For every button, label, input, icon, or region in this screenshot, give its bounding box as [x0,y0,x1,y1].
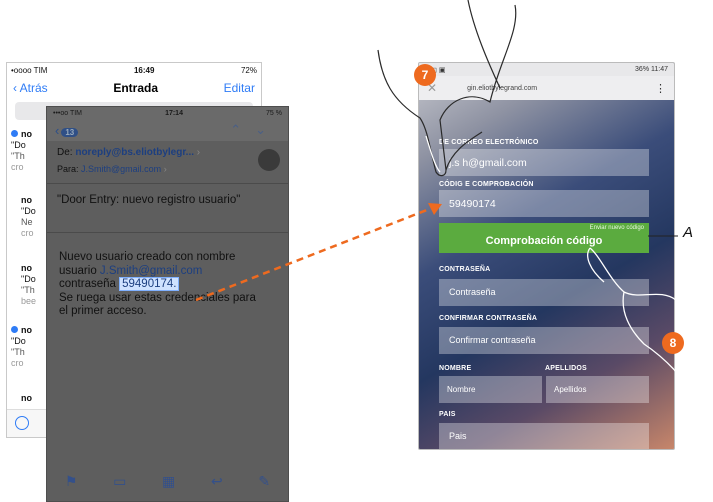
arrow-head-icon [428,203,442,215]
dashed-arrow [195,206,433,302]
overlay-annotations [195,0,709,399]
step-7-badge: 7 [414,64,436,86]
finger-highlight [425,135,441,173]
tapping-hand-icon [587,247,709,399]
callout-label-a: A [683,224,694,241]
pointing-hand-icon [377,0,517,177]
step-8-badge: 8 [662,332,684,354]
instruction-figure: •oooo TIM 16:49 72% ‹ Atrás Entrada Edit… [0,0,713,502]
